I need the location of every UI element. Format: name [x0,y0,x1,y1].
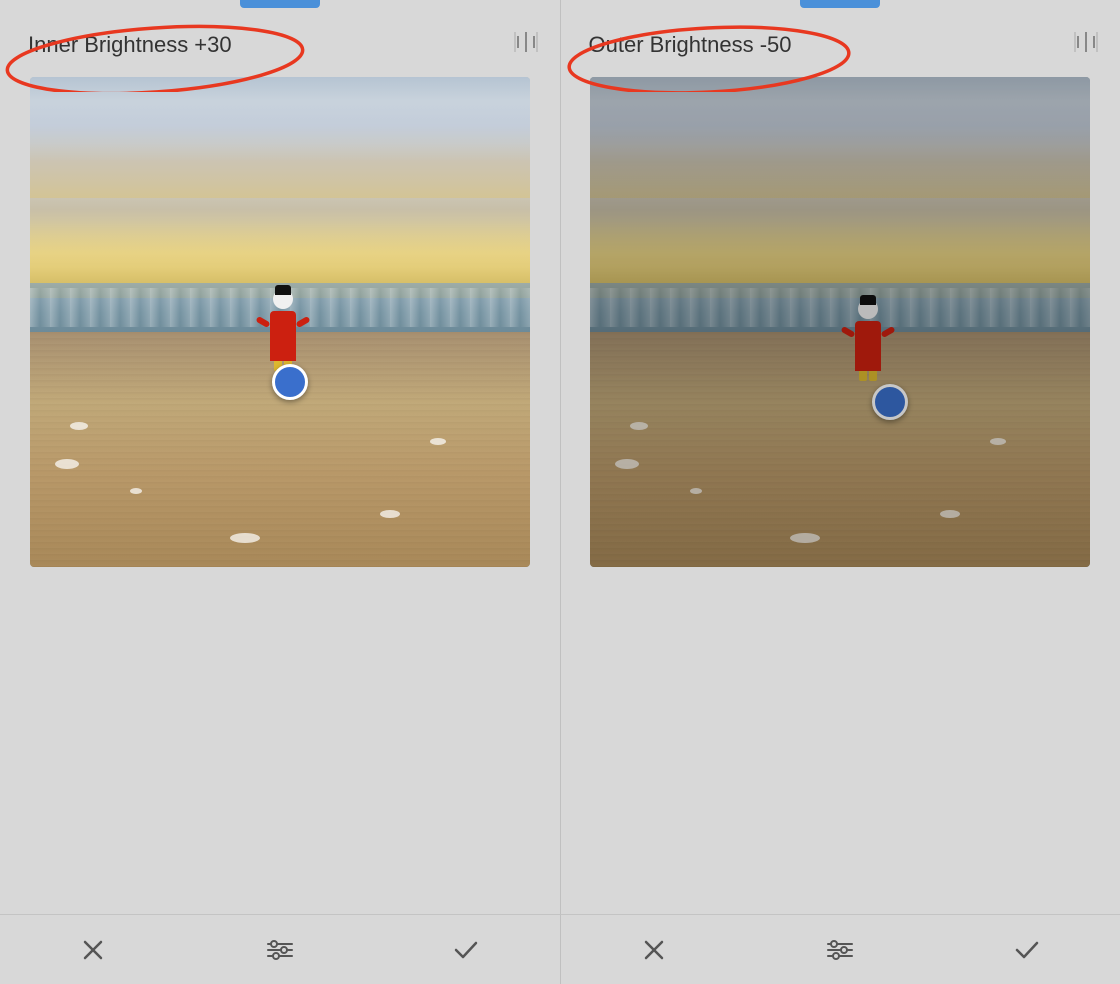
right-child-arms [841,329,895,337]
right-beach-photo [590,77,1090,567]
right-sky [590,77,1090,298]
right-photo-wrapper [590,77,1090,567]
left-brightness-label: Inner Brightness +30 [20,28,240,61]
right-child-head [858,299,878,319]
left-image-container [0,77,560,914]
foam-5 [430,438,446,445]
right-child-hat [860,295,876,305]
right-waves [590,288,1090,327]
right-child-figure [855,299,881,371]
left-beach-photo [30,77,530,567]
right-confirm-button[interactable] [1005,928,1049,972]
left-confirm-button[interactable] [444,928,488,972]
left-tab-indicator [240,0,320,8]
foam-6 [230,533,260,543]
right-image-container [561,77,1120,914]
left-blue-handle[interactable] [272,364,308,400]
right-adjust-button[interactable] [818,928,862,972]
foam-4 [380,510,400,518]
right-blue-handle[interactable] [872,384,908,420]
foam-r3 [690,488,702,494]
left-toolbar [0,914,561,984]
left-child-body [270,311,296,361]
right-brightness-label: Outer Brightness -50 [581,28,800,61]
foam-r6 [790,533,820,543]
left-cancel-button[interactable] [71,928,115,972]
left-adjust-button[interactable] [258,928,302,972]
right-brightness-label-area: Outer Brightness -50 [581,32,800,58]
foam-2 [55,459,79,469]
left-brightness-label-area: Inner Brightness +30 [20,32,240,58]
right-panel-header: Outer Brightness -50 [561,8,1120,77]
foam-r5 [990,438,1006,445]
foam-3 [130,488,142,494]
left-child-figure [270,289,296,361]
r-boot-right [869,371,877,381]
right-panel: Outer Brightness -50 [561,0,1120,914]
right-clouds [590,77,1090,198]
left-panel-header: Inner Brightness +30 [0,8,560,77]
right-toolbar [561,914,1120,984]
panels-row: Inner Brightness +30 [0,0,1120,914]
right-child-body [855,321,881,371]
foam-r1 [630,422,648,430]
right-tab-indicator [800,0,880,8]
left-panel: Inner Brightness +30 [0,0,561,914]
foam-1 [70,422,88,430]
r-boot-left [859,371,867,381]
left-clouds [30,77,530,198]
bottom-panels [0,914,1120,984]
left-sky [30,77,530,298]
right-sand-texture [590,332,1090,567]
right-split-icon[interactable] [1072,28,1100,62]
left-photo-wrapper [30,77,530,567]
left-split-icon[interactable] [512,28,540,62]
right-cancel-button[interactable] [632,928,676,972]
left-child-head [273,289,293,309]
left-child-arms [256,319,310,327]
left-child-hat [275,285,291,295]
